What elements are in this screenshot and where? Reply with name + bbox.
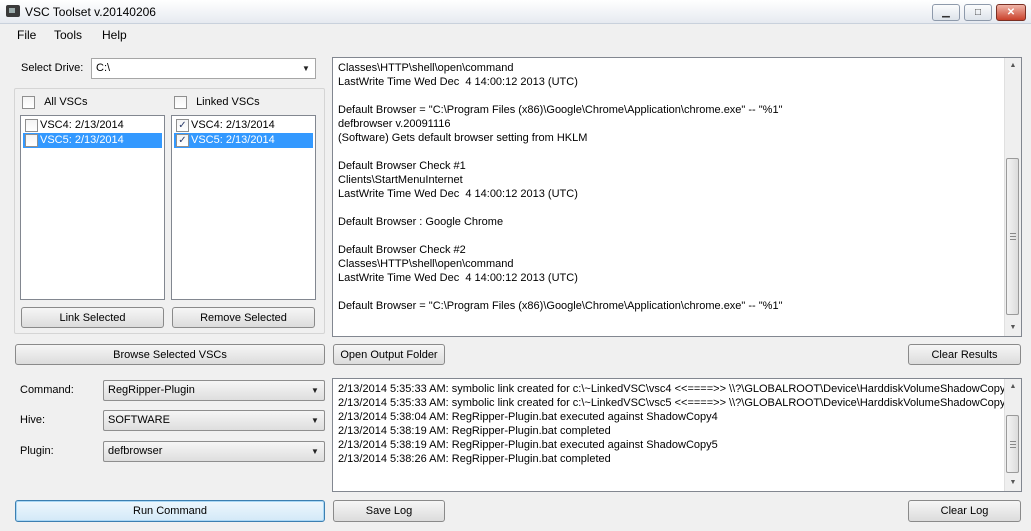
scroll-thumb[interactable] — [1006, 158, 1019, 315]
drive-value: C:\ — [96, 62, 111, 74]
result-line: Default Browser Check #1 — [338, 160, 466, 172]
list-item[interactable]: VSC4: 2/13/2014 — [23, 118, 162, 133]
hive-value: SOFTWARE — [108, 414, 170, 426]
result-line: LastWrite Time Wed Dec 4 14:00:12 2013 (… — [338, 272, 578, 284]
list-item[interactable]: ✓ VSC5: 2/13/2014 — [174, 133, 313, 148]
clear-results-button[interactable]: Clear Results — [908, 344, 1021, 365]
result-line: Classes\HTTP\shell\open\command — [338, 258, 514, 270]
run-command-button[interactable]: Run Command — [15, 500, 325, 522]
plugin-label: Plugin: — [20, 445, 54, 457]
plugin-value: defbrowser — [108, 445, 163, 457]
checkbox-icon — [174, 96, 187, 109]
chevron-down-icon: ▼ — [311, 447, 319, 456]
plugin-select[interactable]: defbrowser ▼ — [103, 441, 325, 462]
menu-file[interactable]: File — [17, 28, 36, 42]
clear-log-button[interactable]: Clear Log — [908, 500, 1021, 522]
log-line: 2/13/2014 5:38:26 AM: RegRipper-Plugin.b… — [338, 453, 611, 465]
checkmark-icon[interactable]: ✓ — [176, 119, 189, 132]
list-item-label: VSC4: 2/13/2014 — [40, 119, 124, 131]
scroll-down-icon[interactable]: ▼ — [1005, 475, 1021, 491]
hive-select[interactable]: SOFTWARE ▼ — [103, 410, 325, 431]
results-output[interactable]: Classes\HTTP\shell\open\command LastWrite… — [332, 57, 1022, 337]
menu-tools[interactable]: Tools — [54, 28, 82, 42]
chevron-down-icon: ▼ — [311, 386, 319, 395]
command-value: RegRipper-Plugin — [108, 384, 195, 396]
checkbox-icon[interactable] — [25, 134, 38, 147]
all-vscs-checkbox[interactable]: All VSCs — [22, 96, 87, 109]
result-line — [338, 229, 782, 243]
linked-vscs-label: Linked VSCs — [196, 96, 260, 109]
log-scrollbar[interactable]: ▲ ▼ — [1004, 379, 1021, 491]
result-line: (Software) Gets default browser setting … — [338, 132, 588, 144]
scroll-up-icon[interactable]: ▲ — [1005, 58, 1021, 74]
drive-select[interactable]: C:\ ▼ — [91, 58, 316, 79]
log-output[interactable]: 2/13/2014 5:35:33 AM: symbolic link crea… — [332, 378, 1022, 492]
list-item[interactable]: ✓ VSC4: 2/13/2014 — [174, 118, 313, 133]
list-item-label: VSC5: 2/13/2014 — [40, 134, 124, 146]
close-button[interactable]: ✕ — [996, 4, 1026, 21]
menu-help[interactable]: Help — [102, 28, 127, 42]
result-line: LastWrite Time Wed Dec 4 14:00:12 2013 (… — [338, 76, 578, 88]
chevron-down-icon: ▼ — [311, 416, 319, 425]
result-line: Clients\StartMenuInternet — [338, 174, 463, 186]
log-text: 2/13/2014 5:35:33 AM: symbolic link crea… — [338, 382, 1015, 466]
maximize-button[interactable]: □ — [964, 4, 992, 21]
window-title: VSC Toolset v.20140206 — [25, 5, 156, 19]
results-text: Classes\HTTP\shell\open\command LastWrite… — [338, 61, 782, 313]
linked-vscs-checkbox[interactable]: Linked VSCs — [174, 96, 260, 109]
link-selected-button[interactable]: Link Selected — [21, 307, 164, 328]
result-line: Classes\HTTP\shell\open\command — [338, 62, 514, 74]
checkbox-icon[interactable] — [25, 119, 38, 132]
log-line: 2/13/2014 5:35:33 AM: symbolic link crea… — [338, 397, 1015, 409]
log-line: 2/13/2014 5:38:19 AM: RegRipper-Plugin.b… — [338, 439, 718, 451]
scroll-up-icon[interactable]: ▲ — [1005, 379, 1021, 395]
list-item-label: VSC5: 2/13/2014 — [191, 134, 275, 146]
result-line — [338, 145, 782, 159]
results-scrollbar[interactable]: ▲ ▼ — [1004, 58, 1021, 336]
save-log-button[interactable]: Save Log — [333, 500, 445, 522]
linked-vscs-list[interactable]: ✓ VSC4: 2/13/2014 ✓ VSC5: 2/13/2014 — [171, 115, 316, 300]
result-line — [338, 89, 782, 103]
minimize-button[interactable]: ▁ — [932, 4, 960, 21]
select-drive-label: Select Drive: — [21, 62, 84, 74]
result-line: Default Browser = "C:\Program Files (x86… — [338, 104, 783, 116]
result-line — [338, 201, 782, 215]
log-line: 2/13/2014 5:38:19 AM: RegRipper-Plugin.b… — [338, 425, 611, 437]
result-line — [338, 285, 782, 299]
result-line: defbrowser v.20091116 — [338, 118, 451, 130]
checkbox-icon — [22, 96, 35, 109]
command-label: Command: — [20, 384, 74, 396]
hive-label: Hive: — [20, 414, 46, 426]
list-item[interactable]: VSC5: 2/13/2014 — [23, 133, 162, 148]
scroll-down-icon[interactable]: ▼ — [1005, 320, 1021, 336]
remove-selected-button[interactable]: Remove Selected — [172, 307, 315, 328]
scroll-thumb[interactable] — [1006, 415, 1019, 473]
checkmark-icon[interactable]: ✓ — [176, 134, 189, 147]
chevron-down-icon: ▼ — [302, 64, 310, 73]
log-line: 2/13/2014 5:35:33 AM: symbolic link crea… — [338, 383, 1015, 395]
log-line: 2/13/2014 5:38:04 AM: RegRipper-Plugin.b… — [338, 411, 718, 423]
result-line: Default Browser Check #2 — [338, 244, 466, 256]
command-select[interactable]: RegRipper-Plugin ▼ — [103, 380, 325, 401]
result-line: Default Browser = "C:\Program Files (x86… — [338, 300, 783, 312]
browse-selected-vscs-button[interactable]: Browse Selected VSCs — [15, 344, 325, 365]
result-line: Default Browser : Google Chrome — [338, 216, 504, 228]
app-icon — [6, 5, 20, 17]
open-output-folder-button[interactable]: Open Output Folder — [333, 344, 445, 365]
result-line: LastWrite Time Wed Dec 4 14:00:12 2013 (… — [338, 188, 578, 200]
all-vscs-label: All VSCs — [44, 96, 88, 109]
all-vscs-list[interactable]: VSC4: 2/13/2014 VSC5: 2/13/2014 — [20, 115, 165, 300]
list-item-label: VSC4: 2/13/2014 — [191, 119, 275, 131]
